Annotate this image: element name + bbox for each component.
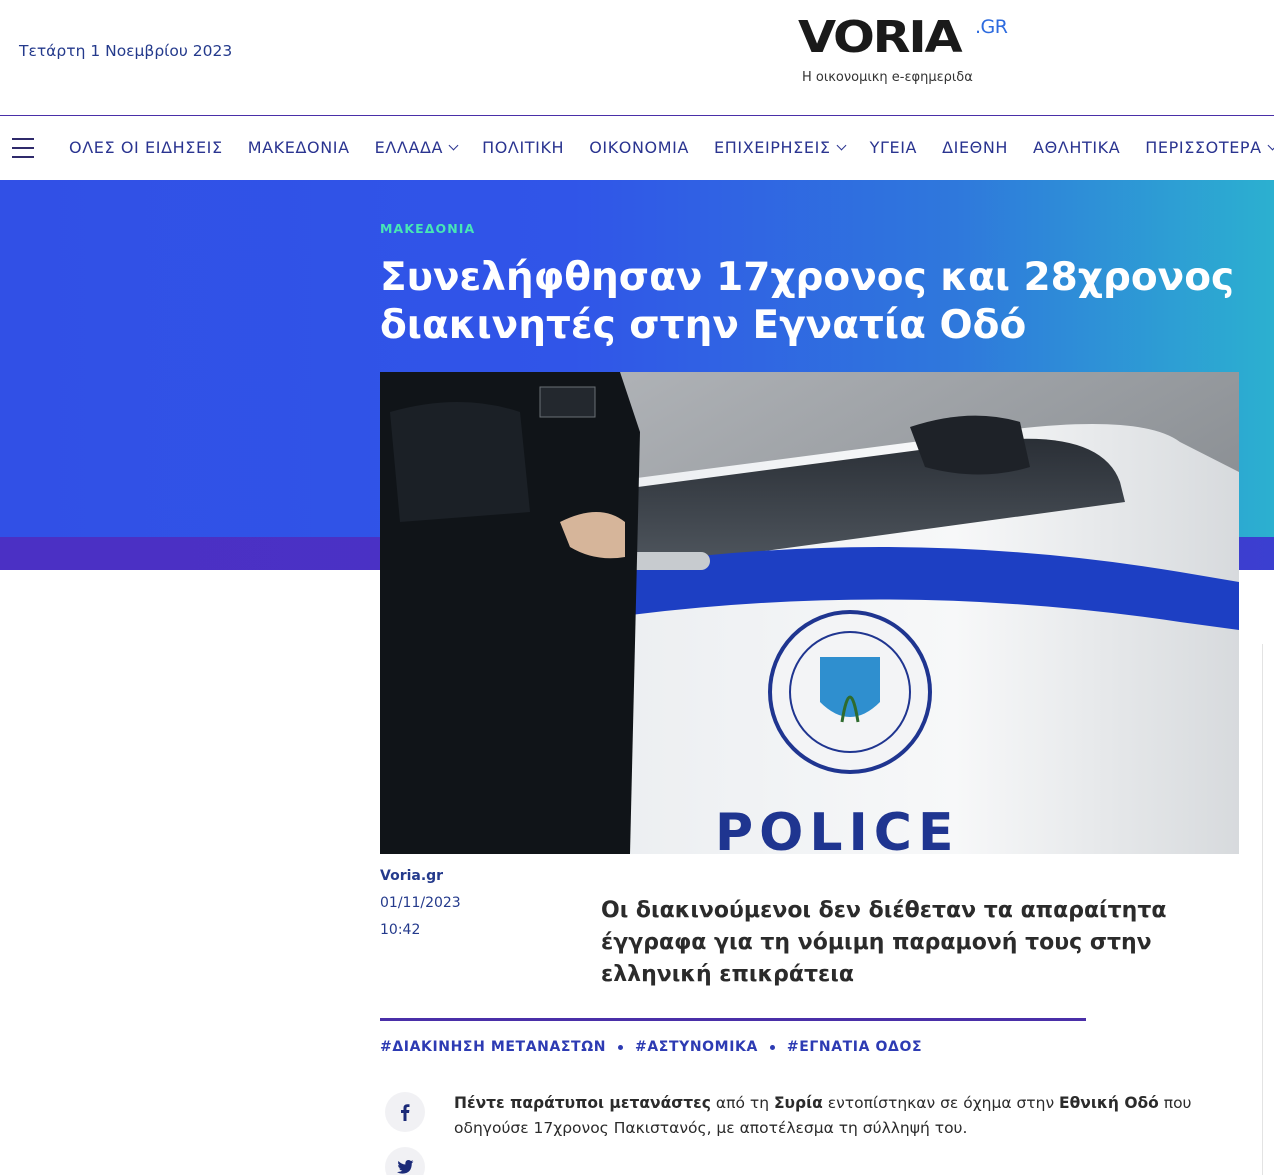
logo-suffix: .GR bbox=[975, 16, 1008, 38]
nav-item-diethni[interactable]: ΔΙΕΘΝΗ bbox=[942, 138, 1008, 157]
logo-tagline: Η οικονομικη e-εφημεριδα bbox=[802, 70, 973, 85]
tag-link[interactable]: #ΑΣΤΥΝΟΜΙΚΑ bbox=[635, 1039, 758, 1055]
nav-item-makedonia[interactable]: ΜΑΚΕΔΟΝΙΑ bbox=[248, 138, 350, 157]
body-bold-text: Εθνική Οδό bbox=[1059, 1094, 1159, 1112]
scrollbar-track[interactable] bbox=[1262, 644, 1274, 1175]
tag-separator bbox=[769, 1044, 775, 1050]
nav-item-epixeiriseis[interactable]: ΕΠΙΧΕΙΡΗΣΕΙΣ bbox=[714, 138, 847, 157]
article-headline: Συνελήφθησαν 17χρονος και 28χρονος διακι… bbox=[380, 255, 1235, 348]
nav-item-perissotera[interactable]: ΠΕΡΙΣΣΟΤΕΡΑ bbox=[1145, 138, 1274, 157]
article-date: 01/11/2023 bbox=[380, 895, 461, 911]
body-text: εντοπίστηκαν σε όχημα στην bbox=[822, 1094, 1060, 1112]
nav-item-label: ΑΘΛΗΤΙΚΑ bbox=[1033, 138, 1121, 157]
article-lead: Οι διακινούμενοι δεν διέθεταν τα απαραίτ… bbox=[601, 898, 1167, 987]
nav-item-ygeia[interactable]: ΥΓΕΙΑ bbox=[870, 138, 917, 157]
twitter-share-button[interactable] bbox=[385, 1147, 425, 1175]
site-logo[interactable]: VORIA .GR Η οικονομικη e-εφημεριδα bbox=[798, 12, 1028, 92]
nav-item-all-news[interactable]: ΟΛΕΣ ΟΙ ΕΙΔΗΣΕΙΣ bbox=[69, 138, 223, 157]
article-category[interactable]: ΜΑΚΕΔΟΝΙΑ bbox=[380, 221, 475, 236]
nav-item-athlitika[interactable]: ΑΘΛΗΤΙΚΑ bbox=[1033, 138, 1120, 157]
chevron-down-icon bbox=[1267, 140, 1274, 150]
nav-item-oikonomia[interactable]: ΟΙΚΟΝΟΜΙΑ bbox=[589, 138, 689, 157]
nav-item-label: ΠΕΡΙΣΣΟΤΕΡΑ bbox=[1145, 138, 1262, 157]
tag-link[interactable]: #ΕΓΝΑΤΙΑ ΟΔΟΣ bbox=[787, 1039, 922, 1055]
logo-word: VORIA bbox=[798, 12, 963, 63]
nav-item-label: ΟΙΚΟΝΟΜΙΑ bbox=[589, 138, 690, 157]
nav-item-label: ΕΠΙΧΕΙΡΗΣΕΙΣ bbox=[714, 138, 831, 157]
body-bold-text: Πέντε παράτυποι μετανάστες bbox=[454, 1094, 711, 1112]
body-bold-text: Συρία bbox=[773, 1094, 823, 1112]
twitter-icon bbox=[397, 1160, 414, 1174]
nav-item-label: ΔΙΕΘΝΗ bbox=[942, 138, 1009, 157]
article-body: Πέντε παράτυποι μετανάστες από τη Συρία … bbox=[454, 1091, 1244, 1141]
site-header: Τετάρτη 1 Νοεμβρίου 2023 VORIA .GR Η οικ… bbox=[0, 0, 1274, 116]
tag-link[interactable]: #ΔΙΑΚΙΝΗΣΗ ΜΕΤΑΝΑΣΤΩΝ bbox=[380, 1039, 606, 1055]
body-text: από τη bbox=[711, 1094, 774, 1112]
article-time: 10:42 bbox=[380, 922, 421, 938]
nav-item-label: ΕΛΛΑΔΑ bbox=[374, 138, 444, 157]
nav-items: ΟΛΕΣ ΟΙ ΕΙΔΗΣΕΙΣ ΜΑΚΕΔΟΝΙΑ ΕΛΛΑΔΑ ΠΟΛΙΤΙ… bbox=[69, 138, 1274, 157]
tag-list: #ΔΙΑΚΙΝΗΣΗ ΜΕΤΑΝΑΣΤΩΝ #ΑΣΤΥΝΟΜΙΚΑ #ΕΓΝΑΤ… bbox=[380, 1039, 922, 1055]
nav-item-label: ΜΑΚΕΔΟΝΙΑ bbox=[247, 138, 350, 157]
main-nav: ΟΛΕΣ ΟΙ ΕΙΔΗΣΕΙΣ ΜΑΚΕΔΟΝΙΑ ΕΛΛΑΔΑ ΠΟΛΙΤΙ… bbox=[0, 117, 1274, 180]
chevron-down-icon bbox=[836, 140, 847, 150]
facebook-share-button[interactable] bbox=[385, 1092, 425, 1132]
chevron-down-icon bbox=[448, 140, 459, 150]
nav-item-label: ΥΓΕΙΑ bbox=[869, 138, 918, 157]
divider bbox=[380, 1018, 1086, 1021]
nav-item-politiki[interactable]: ΠΟΛΙΤΙΚΗ bbox=[482, 138, 564, 157]
facebook-icon bbox=[401, 1104, 410, 1121]
police-label: POLICE bbox=[715, 803, 959, 854]
nav-item-label: ΟΛΕΣ ΟΙ ΕΙΔΗΣΕΙΣ bbox=[69, 138, 223, 157]
hamburger-menu-icon[interactable] bbox=[12, 138, 34, 158]
article-photo: POLICE bbox=[380, 372, 1239, 854]
article-source[interactable]: Voria.gr bbox=[380, 868, 443, 884]
nav-item-label: ΠΟΛΙΤΙΚΗ bbox=[482, 138, 565, 157]
current-date: Τετάρτη 1 Νοεμβρίου 2023 bbox=[19, 42, 233, 60]
tag-separator bbox=[618, 1044, 624, 1050]
nav-item-ellada[interactable]: ΕΛΛΑΔΑ bbox=[374, 138, 459, 157]
